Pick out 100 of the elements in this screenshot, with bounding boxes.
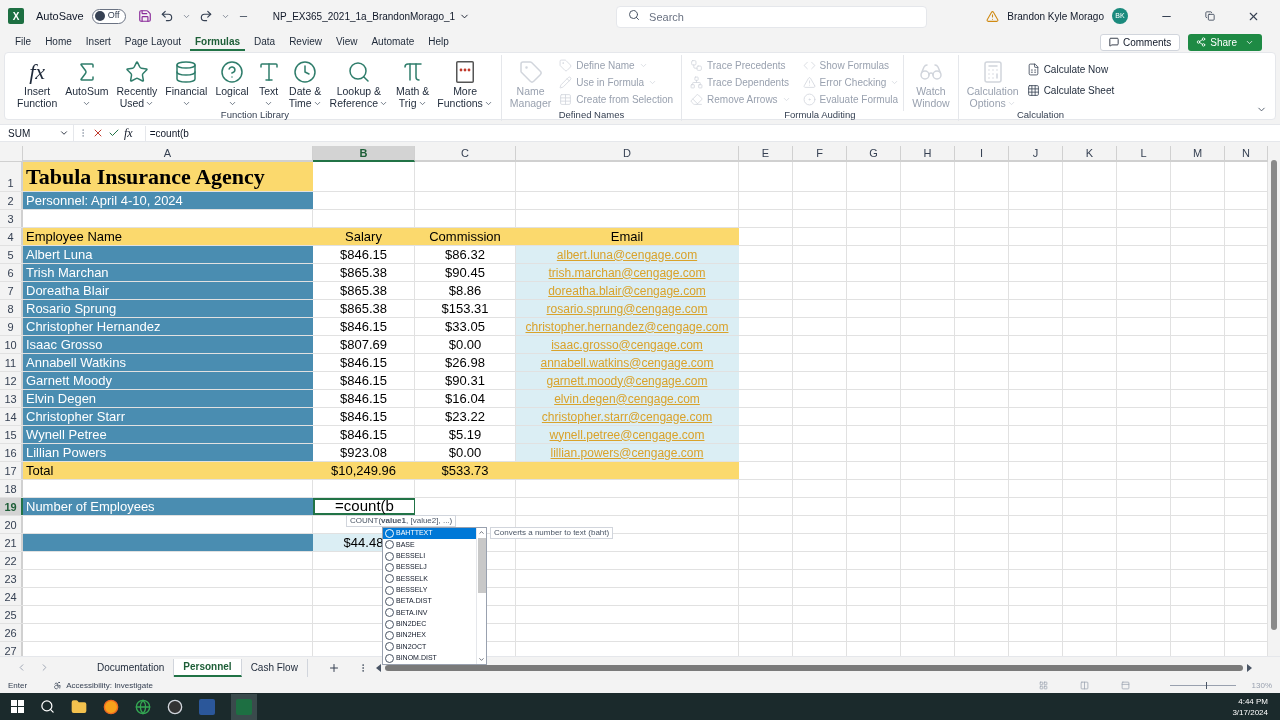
column-header[interactable]: K: [1063, 146, 1117, 162]
name-box[interactable]: SUM: [4, 125, 74, 141]
table-cell: Tabula Insurance Agency: [23, 162, 313, 191]
comments-button[interactable]: Comments: [1099, 33, 1181, 51]
menu-tab[interactable]: View: [330, 33, 363, 51]
row-header[interactable]: 5: [0, 246, 23, 263]
row-header[interactable]: 6: [0, 264, 23, 281]
ribbon-button[interactable]: AutoSum: [61, 55, 113, 111]
row-header[interactable]: 9: [0, 318, 23, 335]
column-header[interactable]: L: [1117, 146, 1171, 162]
menu-tab[interactable]: File: [10, 33, 37, 51]
vertical-scrollbar[interactable]: [1268, 146, 1280, 656]
row-header[interactable]: 27: [0, 642, 23, 656]
sheet-tab[interactable]: Personnel: [174, 658, 242, 677]
row-header[interactable]: 8: [0, 300, 23, 317]
ribbon-button[interactable]: Logical: [211, 55, 253, 111]
add-sheet-icon[interactable]: [327, 661, 340, 674]
ribbon-button[interactable]: Recently Used: [112, 55, 162, 111]
menu-tab[interactable]: Insert: [80, 33, 116, 51]
column-header[interactable]: M: [1171, 146, 1225, 162]
accessibility-button[interactable]: Accessibility: Investigate: [53, 679, 153, 692]
redo-icon[interactable]: [198, 9, 213, 23]
search-icon[interactable]: [40, 699, 55, 714]
row-header[interactable]: 14: [0, 408, 23, 425]
row-header[interactable]: 19: [0, 498, 23, 515]
row-header[interactable]: 13: [0, 390, 23, 407]
menu-tab[interactable]: Automate: [366, 33, 420, 51]
insert-function-button[interactable]: fx: [124, 124, 133, 142]
table-cell: Wynell Petree: [23, 426, 313, 443]
eraser-icon: [690, 93, 704, 106]
recorder-icon[interactable]: [167, 698, 183, 715]
menu-tab[interactable]: Help: [423, 33, 454, 51]
list-scrollbar[interactable]: [476, 528, 486, 664]
column-header[interactable]: J: [1009, 146, 1063, 162]
ribbon-button[interactable]: Math & Trig: [392, 55, 434, 111]
column-header[interactable]: I: [955, 146, 1009, 162]
browser-icon[interactable]: [103, 698, 119, 715]
horizontal-scrollbar[interactable]: [376, 663, 1252, 672]
ribbon-button[interactable]: Lookup & Reference: [325, 55, 393, 111]
column-header[interactable]: B: [313, 146, 415, 162]
column-header[interactable]: C: [415, 146, 516, 162]
warning-icon: [802, 76, 816, 89]
menu-tab[interactable]: Page Layout: [119, 33, 186, 51]
search-field[interactable]: Search: [616, 6, 928, 28]
globe-icon[interactable]: [135, 698, 151, 715]
table-cell: wynell.petree@cengage.com: [516, 426, 739, 443]
row-header[interactable]: 25: [0, 606, 23, 623]
restore-icon[interactable]: [1205, 11, 1215, 21]
ribbon-button[interactable]: Text: [252, 55, 285, 111]
ribbon-button[interactable]: fx Insert Function: [13, 55, 62, 111]
sheet-tab[interactable]: Cash Flow: [241, 658, 308, 677]
pencil-icon: [559, 76, 573, 89]
undo-icon[interactable]: [159, 9, 174, 23]
enter-icon[interactable]: [108, 127, 120, 139]
column-header[interactable]: E: [739, 146, 793, 162]
column-header[interactable]: F: [793, 146, 847, 162]
cancel-icon[interactable]: [92, 127, 104, 139]
column-header[interactable]: A: [23, 146, 313, 162]
column-header[interactable]: D: [516, 146, 739, 162]
row-header[interactable]: 26: [0, 624, 23, 641]
table-cell: Email: [516, 228, 739, 245]
row-header[interactable]: 18: [0, 480, 23, 497]
row-header[interactable]: 3: [0, 210, 23, 227]
column-header[interactable]: G: [847, 146, 901, 162]
row-header[interactable]: 10: [0, 336, 23, 353]
menu-tab[interactable]: Home: [40, 33, 77, 51]
row-header[interactable]: 7: [0, 282, 23, 299]
row-header[interactable]: 20: [0, 516, 23, 533]
row-header[interactable]: 12: [0, 372, 23, 389]
row-header[interactable]: 11: [0, 354, 23, 371]
menu-tab[interactable]: Review: [284, 33, 327, 51]
menu-tab[interactable]: Data: [249, 33, 281, 51]
share-button[interactable]: Share: [1188, 33, 1262, 51]
cell-editor[interactable]: =count(b: [313, 498, 415, 515]
save-icon[interactable]: [137, 9, 152, 23]
row-header[interactable]: 1: [0, 162, 23, 191]
row-header[interactable]: 21: [0, 534, 23, 551]
row-header[interactable]: 22: [0, 552, 23, 569]
ribbon-button[interactable]: Date & Time: [284, 55, 326, 111]
scroll-up-icon[interactable]: [478, 529, 485, 536]
column-header[interactable]: H: [901, 146, 955, 162]
ribbon-button[interactable]: More Functions: [433, 55, 497, 111]
windows-icon[interactable]: [11, 700, 24, 713]
file-name[interactable]: NP_EX365_2021_1a_BrandonMorago_1: [272, 8, 471, 24]
row-header[interactable]: 16: [0, 444, 23, 461]
column-header[interactable]: N: [1225, 146, 1268, 162]
autosave-toggle[interactable]: Off: [91, 8, 126, 24]
ribbon-button[interactable]: Calculate Now: [1026, 61, 1115, 78]
row-header[interactable]: 23: [0, 570, 23, 587]
row-header[interactable]: 2: [0, 192, 23, 209]
folder-icon[interactable]: [71, 698, 87, 715]
formula-field[interactable]: =count(b: [144, 125, 1280, 141]
excel-icon[interactable]: [231, 693, 257, 720]
scroll-down-icon[interactable]: [478, 656, 485, 663]
row-header[interactable]: 15: [0, 426, 23, 443]
row-header[interactable]: 4: [0, 228, 23, 245]
row-header[interactable]: 17: [0, 462, 23, 479]
row-header[interactable]: 24: [0, 588, 23, 605]
ribbon-button[interactable]: Calculate Sheet: [1026, 82, 1115, 99]
ribbon-button[interactable]: Financial: [161, 55, 212, 111]
